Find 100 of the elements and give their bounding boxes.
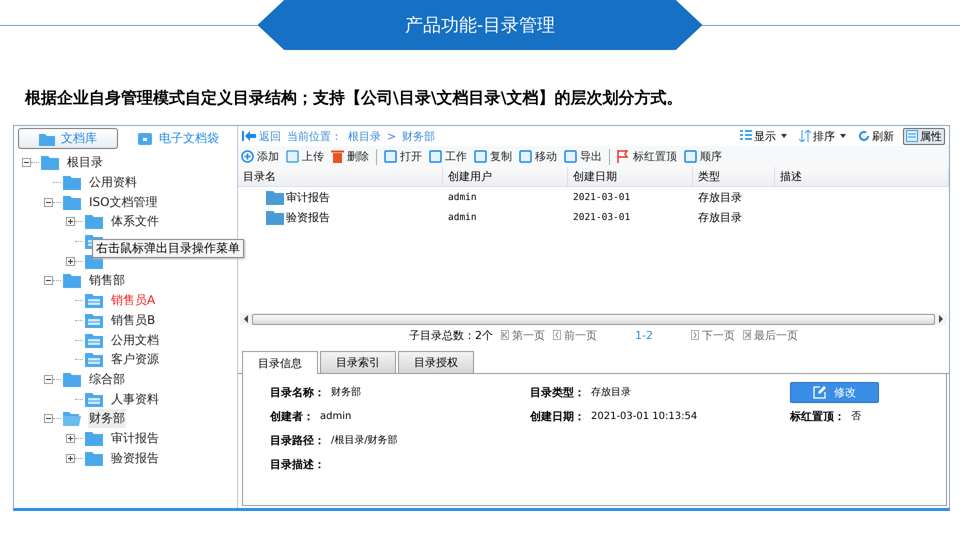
toolbar-button[interactable]: 复制 xyxy=(474,149,512,164)
collapse-toggle[interactable] xyxy=(44,374,53,384)
page-link[interactable]: 前一页 xyxy=(553,328,598,342)
toolbar-button[interactable]: 打开 xyxy=(384,149,422,164)
tree-item[interactable]: 人事资料 xyxy=(110,390,160,409)
folder-icon xyxy=(85,312,103,328)
folder-icon xyxy=(266,210,284,224)
library-tab[interactable]: 电子文档袋 xyxy=(126,128,230,149)
page-link[interactable]: 最后一页 xyxy=(742,328,798,342)
horizontal-scrollbar[interactable] xyxy=(240,313,947,325)
tree-item[interactable]: 销售部 xyxy=(88,271,126,290)
folder-icon xyxy=(63,273,81,288)
toolbar-button[interactable]: 导出 xyxy=(564,149,602,164)
tree-item[interactable]: 根目录 xyxy=(66,153,104,172)
field-value: /根目录/财务部 xyxy=(331,434,398,447)
tree-item[interactable]: 审计报告 xyxy=(110,428,160,448)
page-arrow-icon xyxy=(553,330,562,340)
toolbar-button[interactable]: 工作 xyxy=(429,149,467,164)
toolbar-button[interactable]: 移动 xyxy=(519,149,557,164)
collapse-toggle[interactable] xyxy=(44,276,53,286)
view-tool-button[interactable]: 显示 xyxy=(737,128,790,144)
tree-item[interactable]: 公用文档 xyxy=(110,330,160,350)
toolbar-button[interactable]: 删除 xyxy=(331,149,369,164)
column-header[interactable]: 描述 xyxy=(775,167,949,186)
field-label: 创建者： xyxy=(270,408,314,424)
field-value: 财务部 xyxy=(331,386,361,399)
expand-toggle[interactable] xyxy=(66,256,75,266)
view-tool-button[interactable]: 排序 xyxy=(796,128,849,144)
back-arrow-icon xyxy=(242,131,256,141)
tool-icon xyxy=(617,150,630,163)
toolbar-button[interactable]: 添加 xyxy=(241,149,279,164)
back-button[interactable]: 返回 xyxy=(242,128,281,144)
tool-icon xyxy=(429,150,442,163)
field-label: 目录类型： xyxy=(530,384,585,400)
tree-item[interactable]: 公用资料 xyxy=(88,173,138,192)
tree-item[interactable]: 验资报告 xyxy=(110,448,160,468)
path-separator: > xyxy=(387,130,396,142)
tree-item[interactable]: ISO文档管理 xyxy=(88,192,159,212)
tree-item[interactable]: 综合部 xyxy=(88,370,126,389)
collapse-toggle[interactable] xyxy=(22,158,31,168)
detail-tab[interactable]: 目录授权 xyxy=(398,351,474,373)
list-icon xyxy=(740,130,752,142)
toolbar-button[interactable]: 顺序 xyxy=(684,149,722,164)
tool-icon xyxy=(331,150,344,163)
field-label: 目录名称： xyxy=(270,384,325,400)
tree-item[interactable]: 客户资源 xyxy=(110,350,160,370)
table-cell: 审计报告 xyxy=(286,190,330,204)
expand-toggle[interactable] xyxy=(66,434,75,443)
field-value: admin xyxy=(320,410,352,422)
page-arrow-icon xyxy=(501,330,510,340)
table-cell: 验资报告 xyxy=(286,210,330,224)
table-cell: admin xyxy=(448,192,477,202)
page-range: 1-2 xyxy=(635,328,653,342)
tool-icon xyxy=(684,150,697,163)
toolbar-button[interactable]: 标红置顶 xyxy=(617,149,677,164)
column-header[interactable]: 目录名 xyxy=(238,167,443,186)
tree-item[interactable]: 销售员A xyxy=(110,291,156,310)
folder-icon xyxy=(63,372,81,387)
expand-toggle[interactable] xyxy=(66,217,75,226)
sort-icon xyxy=(799,130,811,142)
breadcrumb-link[interactable]: 财务部 xyxy=(402,128,436,144)
table-cell: admin xyxy=(448,212,477,222)
tree-item[interactable]: 体系文件 xyxy=(110,212,160,232)
page-arrow-icon xyxy=(742,330,751,340)
page-link[interactable]: 第一页 xyxy=(501,328,546,342)
open-folder-icon xyxy=(63,411,81,426)
column-header[interactable]: 创建日期 xyxy=(568,167,693,186)
table-cell: 存放目录 xyxy=(698,190,742,204)
folder-icon xyxy=(85,293,103,308)
collapse-toggle[interactable] xyxy=(44,198,53,207)
field-value: 存放目录 xyxy=(591,386,631,399)
column-header[interactable]: 类型 xyxy=(693,167,775,186)
column-header[interactable]: 创建用户 xyxy=(443,167,568,186)
tool-icon xyxy=(241,150,254,163)
expand-toggle[interactable] xyxy=(66,454,75,463)
view-tool-button[interactable]: 刷新 xyxy=(855,128,897,144)
folder-icon xyxy=(41,155,59,170)
detail-tab[interactable]: 目录信息 xyxy=(242,351,318,374)
tool-icon xyxy=(564,150,577,163)
page-link[interactable]: 下一页 xyxy=(690,328,735,342)
location-label: 当前位置： xyxy=(287,128,342,144)
tree-item[interactable]: 销售员B xyxy=(110,310,156,330)
detail-tab[interactable]: 目录索引 xyxy=(320,351,396,373)
breadcrumb-link[interactable]: 根目录 xyxy=(348,128,381,144)
toolbar-button[interactable]: 上传 xyxy=(286,149,324,164)
page-arrow-icon xyxy=(690,330,699,340)
collapse-toggle[interactable] xyxy=(44,414,53,424)
slide-title: 产品功能-目录管理 xyxy=(404,14,556,37)
folder-icon xyxy=(63,175,81,190)
properties-icon xyxy=(906,130,918,142)
field-value: 2021-03-01 10:13:54 xyxy=(591,410,698,422)
tree-item[interactable]: 财务部 xyxy=(88,409,126,428)
folder-icon xyxy=(85,392,103,407)
item-count: 子目录总数：2个 xyxy=(409,328,494,342)
refresh-icon xyxy=(858,130,870,142)
field-label: 创建日期： xyxy=(530,408,585,424)
view-tool-button[interactable]: 属性 xyxy=(903,128,945,144)
folder-icon xyxy=(266,190,284,204)
tooltip: 右击鼠标弹出目录操作菜单 xyxy=(92,239,244,258)
slide-subtitle: 根据企业自身管理模式自定义目录结构；支持【公司\目录\文档目录\文档】的层次划分方式。 xyxy=(25,88,684,109)
